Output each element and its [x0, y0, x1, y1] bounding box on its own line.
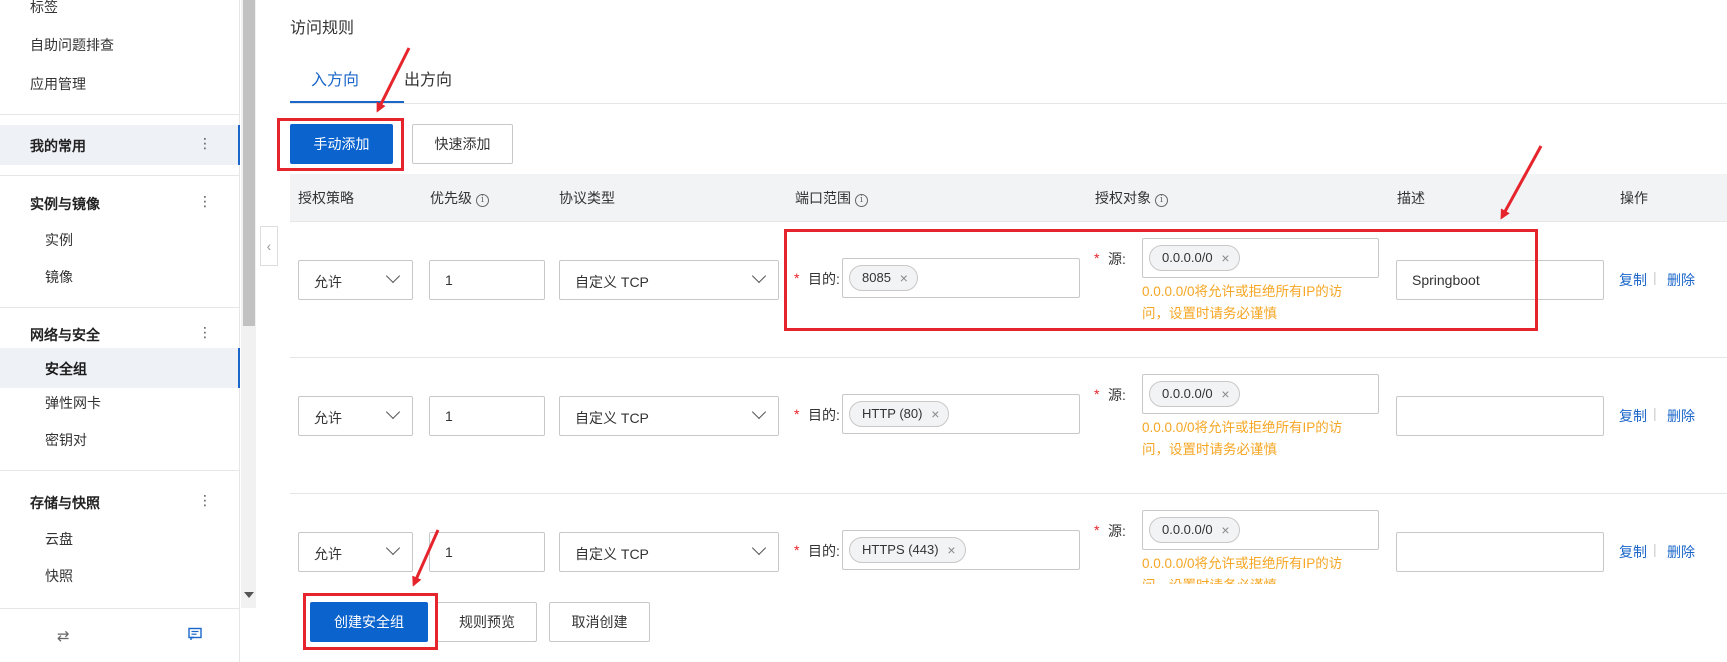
more-vertical-icon[interactable]: ⋮ — [198, 133, 212, 153]
sidebar-item-snapshots[interactable]: 快照 — [45, 566, 73, 586]
arrow-to-manual-add — [376, 47, 411, 113]
sidebar-item-label: 安全组 — [45, 361, 87, 377]
sidebar-item-self-troubleshoot[interactable]: 自助问题排查 — [30, 35, 114, 55]
annotation-arrows — [376, 47, 1543, 587]
sidebar-group-favorites[interactable]: 我的常用 ⋮ — [0, 125, 240, 165]
arrow-to-row-fields — [1500, 145, 1543, 220]
group-label: 实例与镜像 — [30, 196, 100, 212]
sidebar-item-tags[interactable]: 标签 — [30, 0, 58, 17]
sidebar-item-keypair[interactable]: 密钥对 — [45, 430, 87, 450]
sidebar: 标签 自助问题排查 应用管理 我的常用 ⋮ 实例与镜像 ⋮ 实例 镜像 网络与安… — [0, 0, 240, 662]
sidebar-item-disks[interactable]: 云盘 — [45, 529, 73, 549]
sidebar-item-security-group[interactable]: 安全组 — [0, 348, 240, 388]
collapse-sidebar-button[interactable]: ‹ — [260, 226, 278, 266]
more-vertical-icon[interactable]: ⋮ — [198, 322, 212, 342]
sidebar-item-app-management[interactable]: 应用管理 — [30, 74, 86, 94]
sidebar-item-eni[interactable]: 弹性网卡 — [45, 393, 101, 413]
arrow-to-create-button — [412, 529, 440, 587]
swap-icon[interactable]: ⇄ — [57, 627, 70, 645]
scroll-down-arrow-icon[interactable] — [244, 592, 254, 598]
favorites-label: 我的常用 — [30, 138, 86, 154]
sidebar-scroll-area: 标签 自助问题排查 应用管理 我的常用 ⋮ 实例与镜像 ⋮ 实例 镜像 网络与安… — [0, 0, 240, 608]
sidebar-group-instances[interactable]: 实例与镜像 ⋮ — [0, 183, 240, 223]
group-label: 网络与安全 — [30, 327, 100, 343]
main-content: 访问规则 入方向 出方向 手动添加 快速添加 授权策略 优先级 i 协议类型 端口… — [277, 0, 1727, 662]
more-vertical-icon[interactable]: ⋮ — [198, 191, 212, 211]
sidebar-footer: ⇄ — [0, 608, 240, 662]
sidebar-group-storage[interactable]: 存储与快照 ⋮ — [0, 482, 240, 522]
sidebar-scrollbar-thumb[interactable] — [243, 0, 255, 326]
message-icon[interactable] — [188, 627, 202, 645]
sidebar-item-instances[interactable]: 实例 — [45, 230, 73, 250]
group-label: 存储与快照 — [30, 495, 100, 511]
more-vertical-icon[interactable]: ⋮ — [198, 490, 212, 510]
sidebar-item-images[interactable]: 镜像 — [45, 267, 73, 287]
